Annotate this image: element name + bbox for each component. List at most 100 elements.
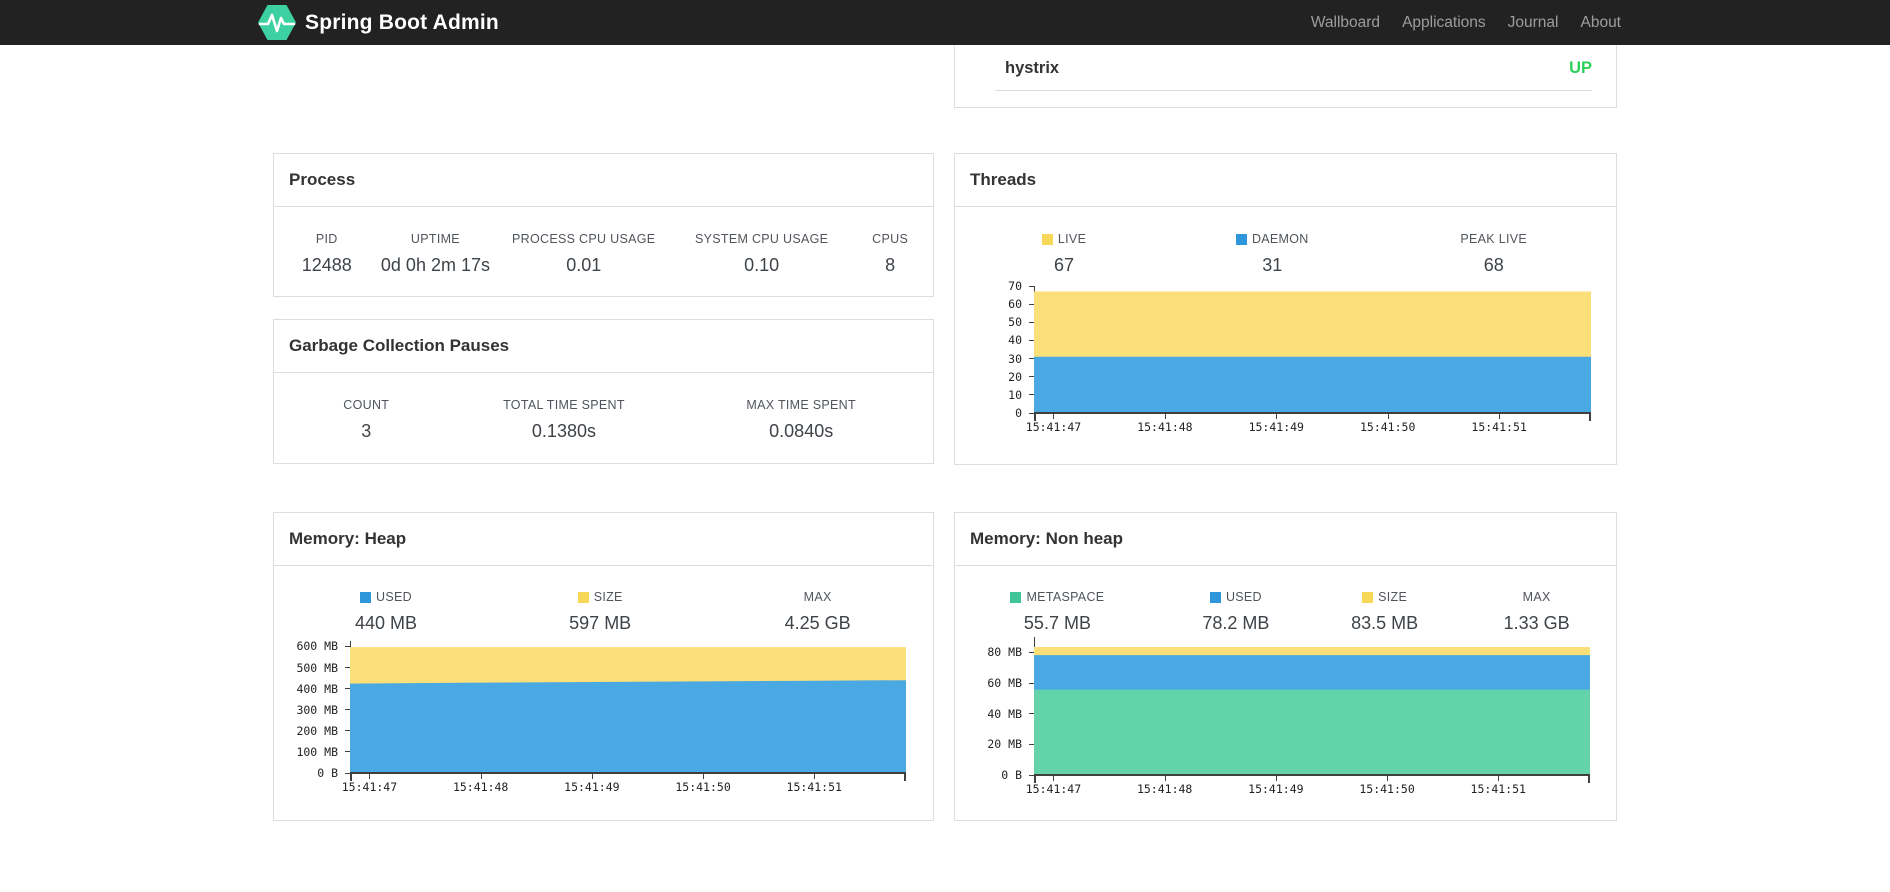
divider: [995, 90, 1592, 91]
plot-area: 15:41:47 15:41:48 15:41:49 15:41:50 15:41:51: [1026, 286, 1591, 434]
stat-live: LIVE 67: [955, 232, 1173, 276]
x-tick: [1387, 414, 1389, 419]
y-tick-label: 300 MB: [296, 702, 338, 717]
stat-gc-total: TOTAL TIME SPENT 0.1380s: [503, 398, 625, 441]
y-tick-label: 200 MB: [296, 723, 338, 738]
gc-card: Garbage Collection Pauses COUNT 3 TOTAL …: [273, 319, 934, 464]
x-tick: [1498, 776, 1500, 781]
health-row-wrap: hystrix UP: [273, 45, 1617, 108]
y-tick-label: 100 MB: [296, 744, 338, 759]
x-tick-label: 15:41:49: [1248, 782, 1304, 796]
memory-nonheap-chart: 15:41:47 15:41:48 15:41:49 15:41:50 15:41:51…: [955, 637, 1616, 801]
health-indicator-row[interactable]: hystrix UP: [955, 45, 1616, 90]
plot-area: 15:41:47 15:41:48 15:41:49 15:41:50 15:41:51: [1026, 637, 1590, 796]
x-tick-label: 15:41:47: [341, 780, 398, 794]
x-tick: [1053, 776, 1055, 781]
memory-heap-legend: USED 440 MB SIZE 597 MB MAX 4.25 GB: [274, 590, 933, 634]
memory-nonheap-legend: METASPACE 55.7 MB USED 78.2 MB SIZE 83.5…: [955, 590, 1616, 634]
y-tick: [1029, 376, 1034, 378]
x-tick: [1499, 414, 1501, 419]
x-tick: [369, 774, 371, 779]
x-tick: [1053, 414, 1055, 419]
x-tick-label: 15:41:48: [1136, 782, 1193, 796]
x-tick: [480, 774, 482, 779]
y-tick: [345, 688, 350, 690]
y-tick: [1029, 743, 1034, 745]
gc-card-title: Garbage Collection Pauses: [274, 320, 933, 373]
stat-heap-size: SIZE 597 MB: [569, 590, 632, 633]
stat-pid: PID 12488: [301, 232, 352, 275]
x-tick-label: 15:41:50: [1359, 782, 1415, 796]
memory-nonheap-title: Memory: Non heap: [955, 513, 1616, 566]
stat-metaspace: METASPACE 55.7 MB: [955, 590, 1160, 634]
y-tick: [345, 645, 350, 647]
y-tick-label: 0 B: [317, 766, 338, 780]
y-tick-label: 400 MB: [296, 681, 338, 696]
x-tick-label: 15:41:48: [452, 780, 509, 794]
y-tick: [1029, 651, 1034, 653]
y-tick-label: 40 MB: [987, 706, 1022, 721]
x-tick-label: 15:41:48: [1137, 420, 1193, 434]
page-content: hystrix UP Process PID 12488 UPTIME 0d 0…: [273, 45, 1617, 821]
stat-nonheap-used: USED 78.2 MB: [1202, 590, 1270, 633]
x-tick-label: 15:41:50: [1359, 420, 1416, 434]
x-tick: [814, 774, 816, 779]
nav-item-journal[interactable]: Journal: [1497, 14, 1570, 32]
plot-area: 15:41:47 15:41:48 15:41:49 15:41:50 15:41:51: [342, 641, 906, 794]
nav-item-about[interactable]: About: [1569, 14, 1632, 32]
stat-cpus: CPUS 8: [872, 232, 909, 275]
y-tick: [1029, 285, 1034, 287]
memory-heap-card: Memory: Heap USED 440 MB SIZE 597 MB MAX…: [273, 512, 934, 821]
memory-heap-chart: 15:41:47 15:41:48 15:41:49 15:41:50 15:41:51…: [274, 639, 933, 799]
y-tick-label: 60: [1008, 297, 1022, 312]
x-tick-label: 15:41:51: [1471, 420, 1527, 434]
y-tick-label: 600 MB: [296, 639, 338, 654]
x-axis-end-tick: [904, 774, 906, 781]
brand[interactable]: Spring Boot Admin: [258, 5, 499, 40]
stat-gc-max: MAX TIME SPENT 0.0840s: [746, 398, 856, 441]
y-tick: [1029, 321, 1034, 323]
process-card: Process PID 12488 UPTIME 0d 0h 2m 17s PR…: [273, 153, 934, 297]
stat-uptime: UPTIME 0d 0h 2m 17s: [380, 232, 490, 275]
y-tick-label: 0: [1015, 406, 1022, 420]
stat-heap-max: MAX 4.25 GB: [784, 590, 851, 633]
process-card-title: Process: [274, 154, 933, 207]
x-tick: [1275, 776, 1277, 781]
size-swatch-icon: [577, 591, 589, 603]
y-tick-label: 20 MB: [987, 737, 1022, 752]
brand-title: Spring Boot Admin: [305, 10, 499, 34]
memory-heap-title: Memory: Heap: [274, 513, 933, 566]
stat-heap-used: USED 440 MB: [355, 590, 418, 633]
used-swatch-icon: [360, 591, 372, 603]
x-tick-label: 15:41:51: [786, 780, 842, 794]
threads-card: Threads LIVE 67 DAEMON 31 PEAK LIVE 68 1…: [954, 153, 1617, 465]
x-axis-end-tick: [1588, 776, 1590, 783]
size-swatch-icon: [1362, 591, 1374, 603]
stat-gc-count: COUNT 3: [343, 398, 390, 441]
stat-peak-live: PEAK LIVE 68: [1460, 232, 1528, 275]
right-column: Threads LIVE 67 DAEMON 31 PEAK LIVE 68 1…: [954, 153, 1617, 465]
nav-item-applications[interactable]: Applications: [1391, 14, 1497, 32]
gc-stats: COUNT 3 TOTAL TIME SPENT 0.1380s MAX TIM…: [274, 398, 933, 442]
y-tick: [345, 730, 350, 732]
metaspace-swatch-icon: [1010, 591, 1022, 603]
x-tick-label: 15:41:49: [564, 780, 620, 794]
threads-card-title: Threads: [955, 154, 1616, 207]
top-navbar: Spring Boot Admin Wallboard Applications…: [0, 0, 1890, 45]
health-card: hystrix UP: [954, 45, 1617, 108]
y-tick-label: 20: [1008, 369, 1022, 384]
y-tick-label: 50: [1008, 315, 1022, 330]
nav-item-wallboard[interactable]: Wallboard: [1300, 14, 1391, 32]
stat-nonheap-size: SIZE 83.5 MB: [1351, 590, 1419, 633]
y-tick-label: 70: [1008, 279, 1022, 293]
row-main: Process PID 12488 UPTIME 0d 0h 2m 17s PR…: [273, 153, 1617, 465]
row-memory: Memory: Heap USED 440 MB SIZE 597 MB MAX…: [273, 512, 1617, 821]
stat-system-cpu: SYSTEM CPU USAGE 0.10: [694, 232, 829, 275]
x-axis-end-tick: [350, 774, 352, 781]
y-tick-label: 40: [1008, 333, 1022, 348]
y-tick: [345, 667, 350, 669]
memory-nonheap-card: Memory: Non heap METASPACE 55.7 MB USED …: [954, 512, 1617, 821]
x-tick-label: 15:41:47: [1025, 420, 1082, 434]
y-tick: [1029, 682, 1034, 684]
y-tick-label: 10: [1008, 387, 1022, 402]
